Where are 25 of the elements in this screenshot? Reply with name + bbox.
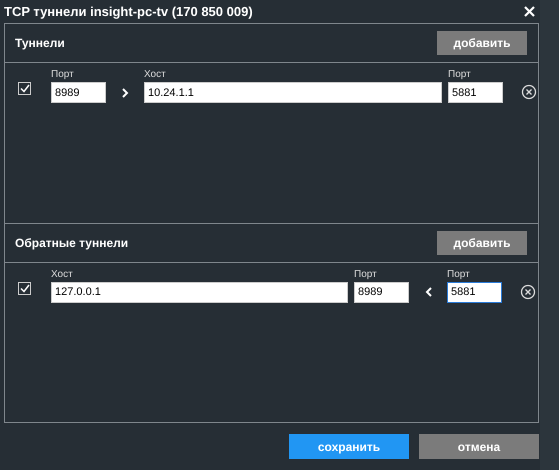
add-button[interactable]: добавить <box>437 31 527 55</box>
add-button[interactable]: добавить <box>437 230 527 254</box>
field-label: Порт <box>447 268 471 280</box>
remove-button[interactable] <box>521 84 537 100</box>
input-field[interactable]: 8989 <box>51 82 106 103</box>
remove-button[interactable] <box>520 284 536 300</box>
section-title: Обратные туннели <box>15 236 128 250</box>
input-field[interactable]: 5881 <box>447 282 502 302</box>
cancel-button[interactable]: отмена <box>419 434 539 459</box>
checkbox[interactable] <box>18 82 31 95</box>
input-field[interactable]: 5881 <box>448 82 503 103</box>
field-label: Порт <box>51 69 75 80</box>
checkbox[interactable] <box>18 282 31 294</box>
input-field[interactable]: 127.0.0.1 <box>51 282 348 302</box>
input-field[interactable]: 8989 <box>354 282 409 302</box>
field-label: Хост <box>144 69 167 80</box>
close-icon[interactable] <box>524 6 535 17</box>
input-field[interactable]: 10.24.1.1 <box>144 82 442 103</box>
section-title: Туннели <box>15 36 65 50</box>
window-title: TCP туннели insight-pc-tv (170 850 009) <box>4 4 253 19</box>
chevron-right-icon <box>122 88 128 98</box>
field-label: Порт <box>354 268 378 280</box>
field-label: Хост <box>51 268 74 280</box>
chevron-left-icon <box>424 287 432 297</box>
field-label: Порт <box>448 69 472 80</box>
